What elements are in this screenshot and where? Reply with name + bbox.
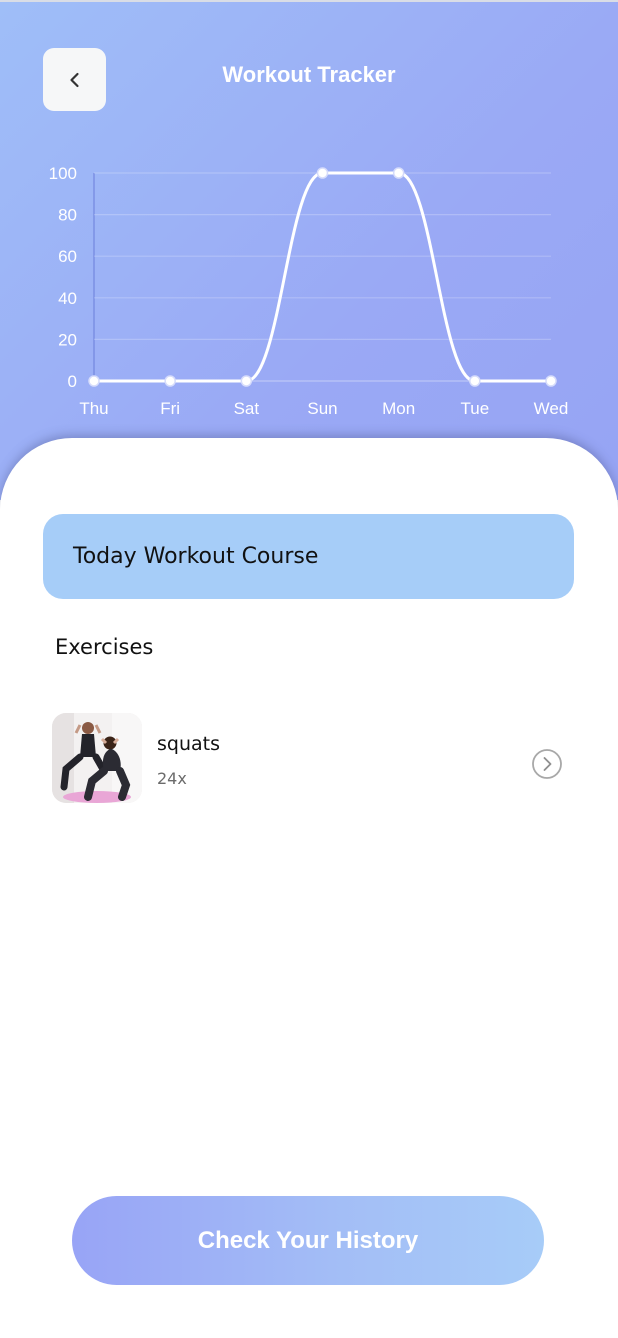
chart-x-tick-label: Sun: [307, 399, 337, 418]
chart-x-tick-labels: Thu Fri Sat Sun Mon Tue Wed: [79, 399, 568, 418]
check-history-button[interactable]: Check Your History: [72, 1196, 544, 1285]
workout-tracker-screen: Workout Tracker 0 20 40 60 80 100 Thu Fri Sat Su…: [0, 0, 618, 1338]
exercise-item-squats[interactable]: squats 24x: [52, 713, 566, 803]
top-divider: [0, 0, 618, 2]
chart-y-tick-label: 60: [58, 247, 77, 266]
chart-point: [469, 375, 481, 387]
squats-photo: [52, 713, 142, 803]
course-card-label: Today Workout Course: [73, 544, 319, 569]
chart-series-line: [94, 171, 551, 383]
chart-point: [164, 375, 176, 387]
chart-x-tick-label: Tue: [460, 399, 489, 418]
chart-y-tick-label: 20: [58, 330, 77, 349]
chart-y-tick-label: 80: [58, 206, 77, 225]
today-workout-course-card[interactable]: Today Workout Course: [43, 514, 574, 599]
chart-x-tick-label: Fri: [160, 399, 180, 418]
chart-y-tick-labels: 0 20 40 60 80 100: [49, 164, 77, 391]
chart-point: [545, 375, 557, 387]
chart-point: [88, 375, 100, 387]
exercise-name: squats: [157, 733, 220, 755]
chart-point: [392, 167, 405, 179]
chart-x-tick-label: Mon: [382, 399, 415, 418]
chevron-right-circle-icon[interactable]: [531, 748, 563, 780]
chart-grid: [93, 172, 551, 382]
page-title: Workout Tracker: [222, 62, 396, 87]
chart-y-tick-label: 100: [49, 164, 77, 183]
chart-x-tick-label: Sat: [234, 399, 260, 418]
exercise-count: 24x: [157, 769, 187, 788]
chart-point: [240, 375, 253, 387]
chart-y-tick-label: 40: [58, 289, 77, 308]
chart-points: [88, 167, 557, 387]
chart-x-tick-label: Thu: [79, 399, 108, 418]
weekly-progress-chart: 0 20 40 60 80 100 Thu Fri Sat Sun Mon Tue Wed: [49, 164, 569, 418]
chart-point: [316, 167, 329, 179]
header-background: Workout Tracker 0 20 40 60 80 100 Thu Fri Sat Su…: [0, 0, 618, 500]
squats-thumbnail: [52, 713, 142, 803]
chart-x-tick-label: Wed: [534, 399, 569, 418]
exercises-section-title: Exercises: [55, 635, 154, 659]
chart-y-tick-label: 0: [68, 372, 77, 391]
